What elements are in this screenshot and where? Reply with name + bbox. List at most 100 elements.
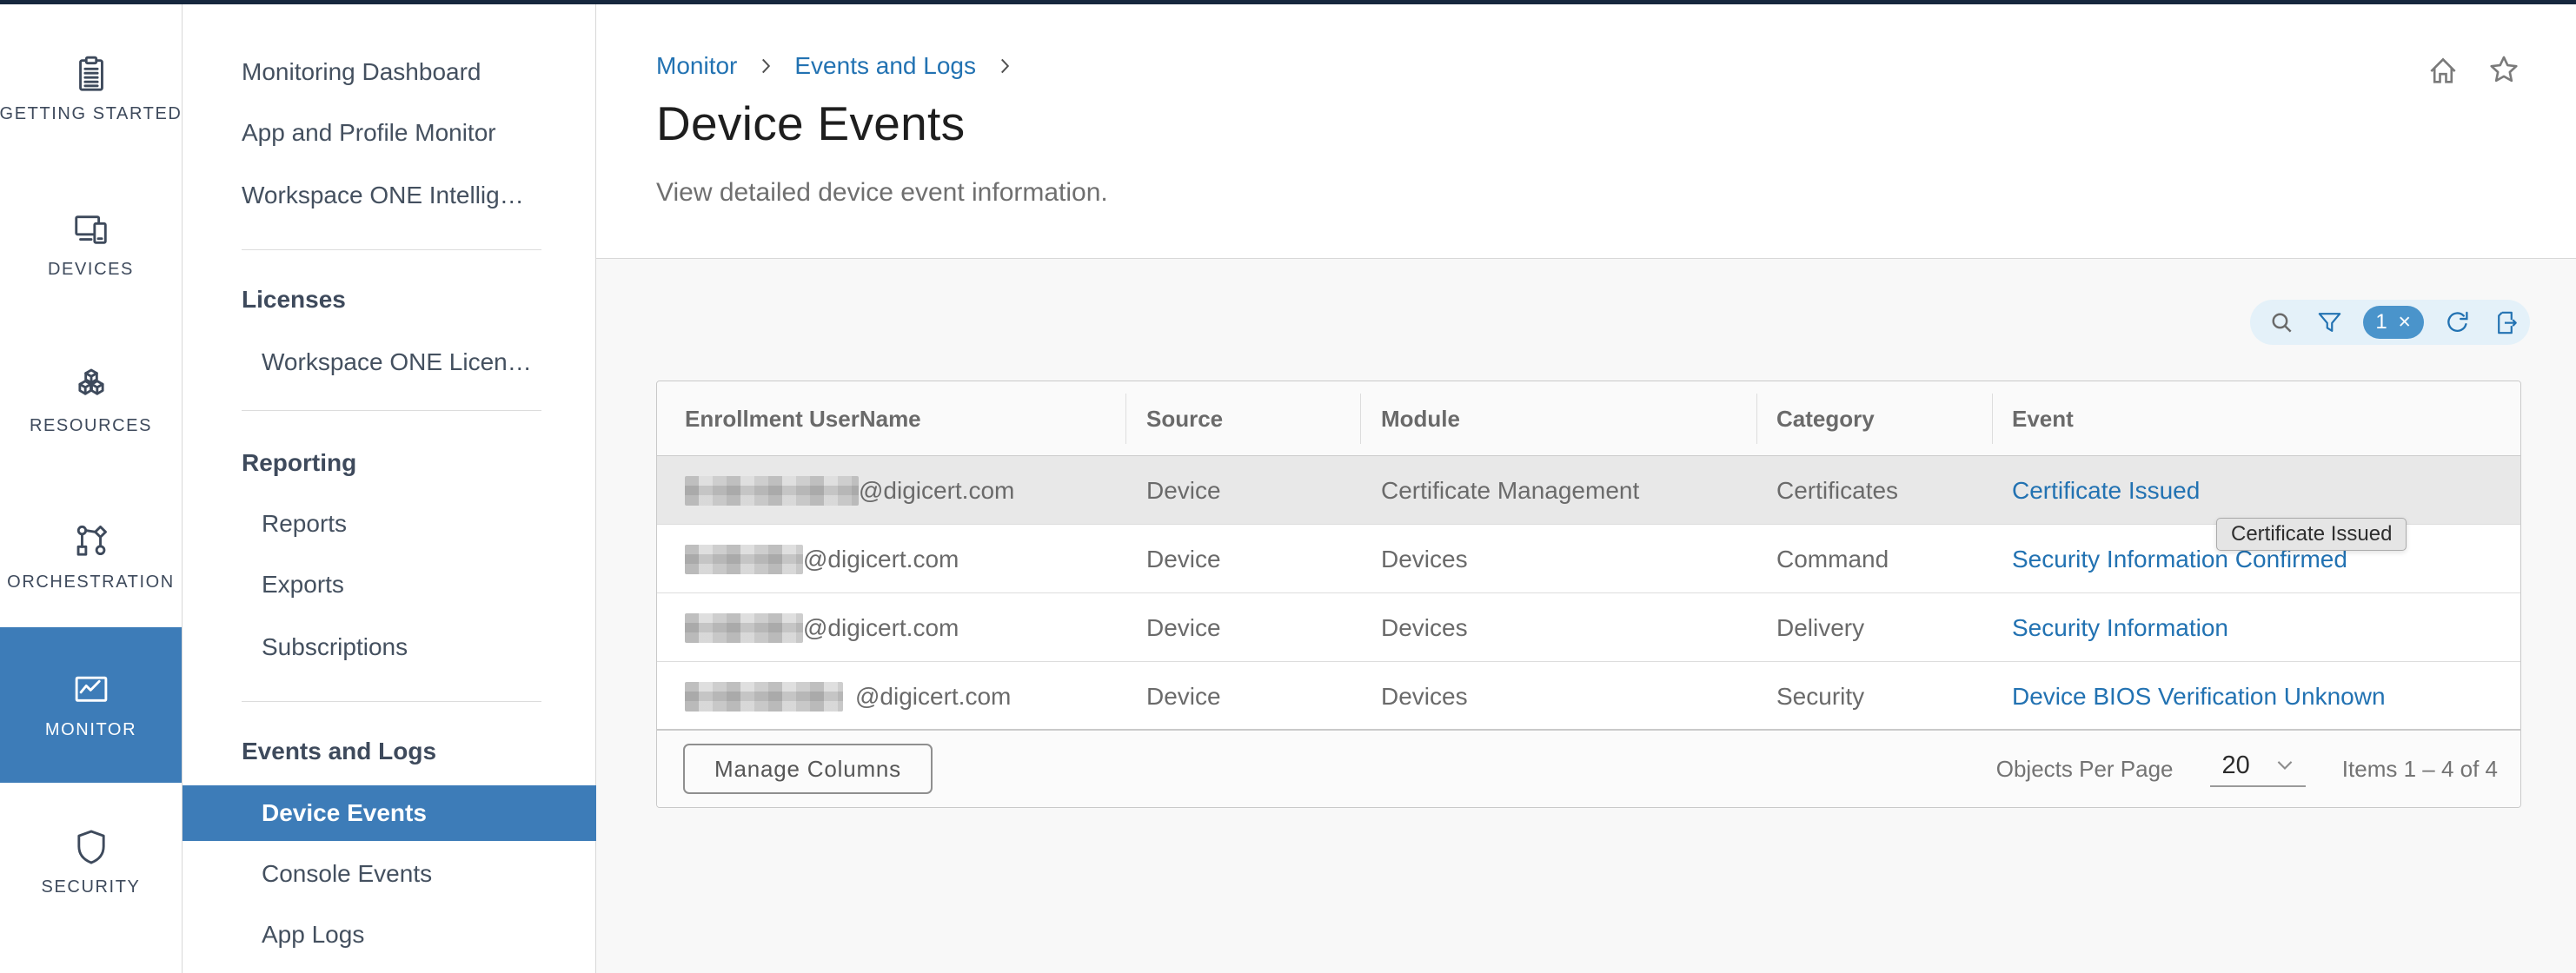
sidebar-item-getting-started[interactable]: GETTING STARTED <box>0 54 182 134</box>
breadcrumb-monitor-link[interactable]: Monitor <box>656 52 737 80</box>
cubes-icon <box>71 366 111 406</box>
username-domain: @digicert.com <box>859 477 1014 505</box>
datagrid-toolbar: 1 ✕ <box>2250 300 2530 345</box>
favorite-star-icon[interactable] <box>2486 52 2522 93</box>
username-domain: @digicert.com <box>803 614 959 642</box>
devices-icon <box>71 209 111 249</box>
column-header-category[interactable]: Category <box>1776 381 1875 456</box>
redacted-username <box>685 613 803 643</box>
nav-item-workspace-one-intellig[interactable]: Workspace ONE Intellig… <box>183 171 596 220</box>
nav-divider <box>242 410 541 411</box>
active-filter-badge[interactable]: 1 ✕ <box>2363 306 2424 339</box>
nav-item-events-and-logs[interactable]: Events and Logs <box>183 727 596 776</box>
clipboard-icon <box>71 54 111 94</box>
cell-category: Security <box>1776 662 1864 731</box>
column-header-event[interactable]: Event <box>2012 381 2074 456</box>
workspace-one-console: GETTING STARTED DEVICES RESOURCES ORCHESTRA… <box>0 0 2576 973</box>
column-divider <box>1756 394 1757 444</box>
redacted-username <box>685 545 803 574</box>
pagination-controls: Objects Per Page 20 Items 1 – 4 of 4 <box>1996 731 2498 807</box>
nav-divider <box>242 249 541 250</box>
nav-item-exports[interactable]: Exports <box>183 560 596 609</box>
chevron-down-icon <box>2273 753 2297 778</box>
column-header-enrollment-username[interactable]: Enrollment UserName <box>685 381 921 456</box>
orchestration-icon <box>71 522 111 562</box>
cell-enrollment-username: @digicert.com <box>685 662 1011 731</box>
cell-event: Device BIOS Verification Unknown <box>2012 662 2386 731</box>
cell-module: Devices <box>1381 593 1468 662</box>
nav-item-licenses[interactable]: Licenses <box>183 275 596 324</box>
table-row[interactable]: @digicert.com Device Certificate Managemen… <box>657 456 2520 525</box>
chevron-right-icon <box>754 55 777 77</box>
cell-enrollment-username: @digicert.com <box>685 456 1014 525</box>
export-icon[interactable] <box>2491 308 2520 337</box>
column-header-module[interactable]: Module <box>1381 381 1460 456</box>
search-icon[interactable] <box>2267 308 2296 337</box>
objects-per-page-select[interactable]: 20 <box>2210 751 2306 787</box>
sidebar-item-monitor[interactable]: MONITOR <box>0 627 182 783</box>
manage-columns-button[interactable]: Manage Columns <box>683 744 933 794</box>
sidebar-label-orchestration: ORCHESTRATION <box>7 573 175 592</box>
column-header-source[interactable]: Source <box>1146 381 1223 456</box>
cell-enrollment-username: @digicert.com <box>685 593 959 662</box>
table-header: Enrollment UserName Source Module Category E… <box>657 381 2520 456</box>
objects-per-page-value: 20 <box>2222 751 2250 780</box>
redacted-username <box>685 682 843 712</box>
secondary-sidebar: Monitoring Dashboard App and Profile Moni… <box>183 0 596 973</box>
sidebar-label-security: SECURITY <box>42 877 141 897</box>
event-link[interactable]: Certificate Issued <box>2012 477 2200 505</box>
page-title: Device Events <box>656 96 965 151</box>
cell-category: Delivery <box>1776 593 1864 662</box>
table-row[interactable]: @digicert.com Device Devices Delivery Securi… <box>657 593 2520 662</box>
breadcrumb-events-and-logs-link[interactable]: Events and Logs <box>794 52 976 80</box>
nav-item-workspace-one-licen[interactable]: Workspace ONE Licen… <box>183 338 596 387</box>
nav-item-device-events[interactable]: Device Events <box>183 785 596 841</box>
event-link[interactable]: Security Information <box>2012 614 2228 642</box>
table-footer: Manage Columns Objects Per Page 20 Items… <box>657 731 2520 807</box>
breadcrumb: Monitor Events and Logs <box>656 52 1016 80</box>
clear-filter-icon[interactable]: ✕ <box>2398 313 2412 333</box>
filter-icon[interactable] <box>2315 308 2344 337</box>
sidebar-item-devices[interactable]: DEVICES <box>0 209 182 289</box>
primary-sidebar: GETTING STARTED DEVICES RESOURCES ORCHESTRA… <box>0 0 183 973</box>
sidebar-item-orchestration[interactable]: ORCHESTRATION <box>0 522 182 602</box>
cell-module: Devices <box>1381 525 1468 593</box>
cell-source: Device <box>1146 593 1221 662</box>
cell-source: Device <box>1146 662 1221 731</box>
cell-enrollment-username: @digicert.com <box>685 525 959 593</box>
items-summary: Items 1 – 4 of 4 <box>2342 756 2498 783</box>
sidebar-item-security[interactable]: SECURITY <box>0 827 182 907</box>
refresh-icon[interactable] <box>2443 308 2472 337</box>
top-window-strip <box>0 0 2576 4</box>
cell-source: Device <box>1146 456 1221 525</box>
sidebar-label-resources: RESOURCES <box>30 416 152 436</box>
monitor-chart-icon <box>71 670 111 710</box>
quick-actions <box>2425 52 2522 93</box>
column-divider <box>1360 394 1361 444</box>
nav-item-reporting[interactable]: Reporting <box>183 439 596 487</box>
objects-per-page-label: Objects Per Page <box>1996 756 2174 783</box>
event-tooltip: Certificate Issued <box>2216 518 2407 551</box>
sidebar-label-monitor: MONITOR <box>45 720 136 740</box>
nav-item-console-events[interactable]: Console Events <box>183 850 596 898</box>
nav-item-subscriptions[interactable]: Subscriptions <box>183 623 596 672</box>
cell-category: Certificates <box>1776 456 1898 525</box>
cell-event: Certificate Issued <box>2012 456 2200 525</box>
cell-source: Device <box>1146 525 1221 593</box>
cell-module: Devices <box>1381 662 1468 731</box>
nav-item-reports[interactable]: Reports <box>183 500 596 548</box>
username-domain: @digicert.com <box>855 683 1011 711</box>
table-row[interactable]: @digicert.com Device Devices Security Device… <box>657 662 2520 731</box>
home-icon[interactable] <box>2425 52 2461 93</box>
username-domain: @digicert.com <box>803 546 959 573</box>
sidebar-label-getting-started: GETTING STARTED <box>0 104 182 124</box>
event-link[interactable]: Device BIOS Verification Unknown <box>2012 683 2386 711</box>
column-divider <box>1125 394 1126 444</box>
cell-module: Certificate Management <box>1381 456 1639 525</box>
nav-item-app-and-profile-monitor[interactable]: App and Profile Monitor <box>183 109 596 157</box>
sidebar-item-resources[interactable]: RESOURCES <box>0 366 182 446</box>
cell-category: Command <box>1776 525 1889 593</box>
nav-item-monitoring-dashboard[interactable]: Monitoring Dashboard <box>183 48 596 96</box>
nav-item-app-logs[interactable]: App Logs <box>183 910 596 959</box>
sidebar-label-devices: DEVICES <box>48 260 134 280</box>
